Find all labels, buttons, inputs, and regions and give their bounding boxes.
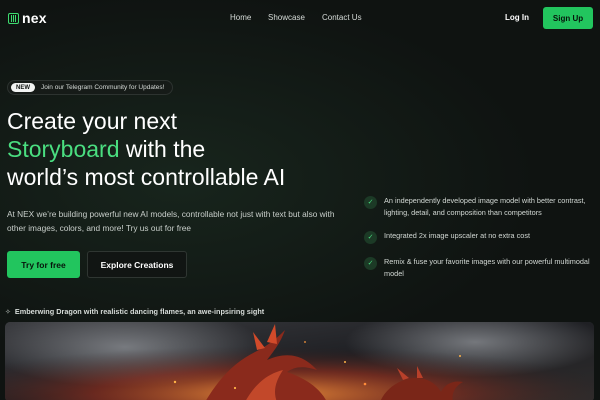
login-link[interactable]: Log In (505, 13, 529, 22)
showcase-caption-text: Emberwing Dragon with realistic dancing … (14, 307, 265, 316)
check-icon: ✓ (364, 196, 377, 209)
dragon-illustration (5, 322, 594, 400)
feature-text: Integrated 2x image upscaler at no extra… (384, 231, 531, 240)
announcement-banner[interactable]: NEW Join our Telegram Community for Upda… (7, 80, 174, 95)
hero-description: At NEX we’re building powerful new AI mo… (7, 209, 335, 233)
hero-title: Create your next Storyboard with the wor… (7, 107, 327, 191)
showcase-caption: ✧ Emberwing Dragon with realistic dancin… (5, 307, 264, 316)
try-for-free-button[interactable]: Try for free (7, 251, 80, 278)
logo-icon (8, 12, 19, 24)
top-navbar: nex Home Showcase Contact Us Log In Sign… (0, 0, 600, 36)
nav-link-home[interactable]: Home (230, 13, 251, 22)
check-icon: ✓ (364, 231, 377, 244)
announcement-text: Join our Telegram Community for Updates! (41, 84, 165, 91)
nav-link-contact[interactable]: Contact Us (322, 13, 362, 22)
feature-text: An independently developed image model w… (384, 196, 586, 217)
brand-logo[interactable]: nex (8, 10, 47, 26)
hero-title-line3: world’s most controllable AI (7, 164, 286, 190)
showcase-image[interactable] (5, 322, 594, 400)
feature-item: ✓ Integrated 2x image upscaler at no ext… (364, 230, 594, 244)
new-badge: NEW (11, 83, 35, 92)
signup-button[interactable]: Sign Up (543, 7, 593, 29)
check-icon: ✓ (364, 257, 377, 270)
feature-text: Remix & fuse your favorite images with o… (384, 257, 590, 278)
feature-item: ✓ Remix & fuse your favorite images with… (364, 256, 594, 280)
explore-creations-button[interactable]: Explore Creations (87, 251, 187, 278)
feature-item: ✓ An independently developed image model… (364, 195, 594, 219)
nav-link-showcase[interactable]: Showcase (268, 13, 305, 22)
hero-title-line2: with the (119, 136, 206, 162)
hero-title-line1: Create your next (7, 108, 178, 134)
hero-title-accent: Storyboard (7, 136, 120, 162)
brand-name: nex (22, 10, 47, 26)
sparkle-icon: ✧ (5, 308, 11, 316)
